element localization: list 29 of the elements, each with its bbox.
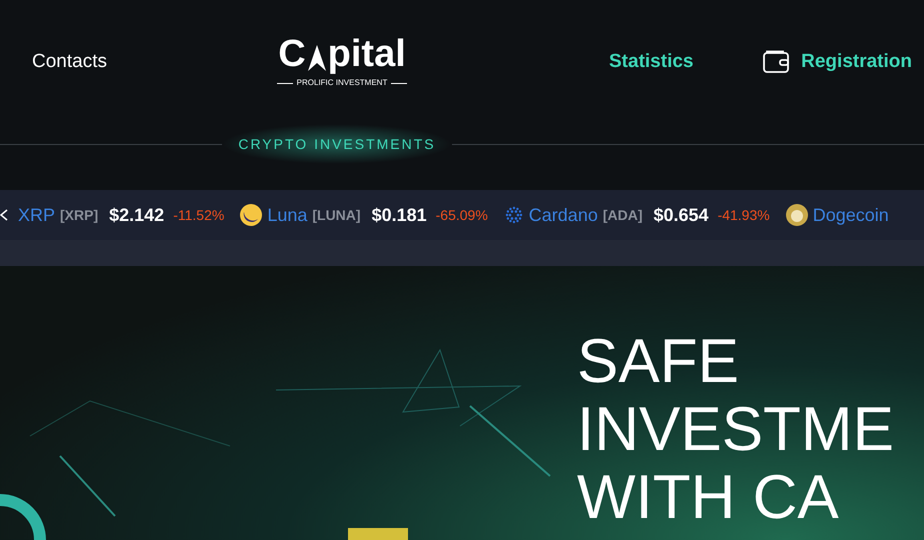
triangle-icon [306, 43, 328, 73]
dotted-circle-icon [504, 205, 524, 225]
registration-link[interactable]: Registration [801, 48, 912, 76]
hero-heading-line: INVESTME [577, 396, 894, 464]
hero-heading-line: WITH CA [577, 464, 840, 532]
coin-name[interactable]: Dogecoin [812, 202, 889, 228]
hero-heading-line: SAFE [577, 328, 740, 396]
coin-symbol: [ADA] [602, 206, 642, 225]
coin-price: $0.654 [654, 204, 709, 226]
coin-price: $0.181 [372, 204, 427, 226]
coin-symbol: [LUNA] [312, 206, 361, 225]
logo-text: C [278, 35, 306, 73]
coin-name[interactable]: XRP [18, 202, 56, 228]
chevron-left-icon [0, 209, 8, 221]
price-change: -41.93% [718, 206, 770, 224]
statistics-link[interactable]: Statistics [609, 48, 694, 76]
contacts-link[interactable]: Contacts [32, 48, 242, 76]
coin-price: $2.142 [109, 204, 164, 226]
logo-text: pital [328, 35, 406, 73]
price-change: -11.52% [173, 206, 224, 224]
wallet-icon [763, 50, 790, 74]
coin-symbol: [XRP] [60, 206, 98, 225]
capital-logo[interactable]: C pital PROLIFIC INVESTMENT [242, 35, 442, 89]
price-change: -65.09% [436, 206, 488, 224]
coin-name[interactable]: Cardano [528, 202, 598, 228]
coin-name[interactable]: Luna [267, 202, 308, 228]
crescent-coin-icon [240, 204, 262, 226]
section-label: CRYPTO INVESTMENTS [238, 134, 436, 154]
logo-tagline: PROLIFIC INVESTMENT [296, 77, 388, 89]
